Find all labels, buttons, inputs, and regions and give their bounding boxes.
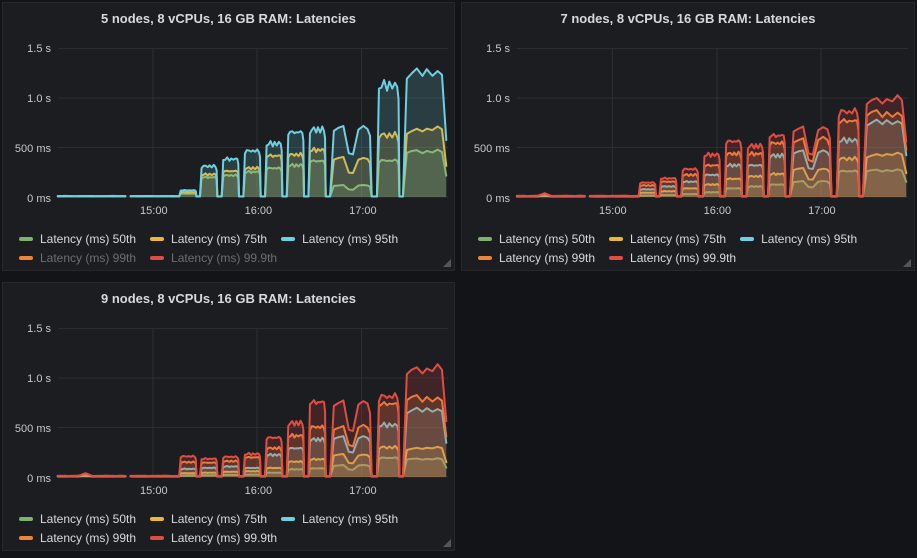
legend-label: Latency (ms) 75th	[171, 232, 267, 246]
legend-label: Latency (ms) 95th	[761, 232, 857, 246]
legend-color-swatch	[609, 256, 623, 260]
panel-resize-handle-icon[interactable]	[903, 259, 911, 267]
y-tick-label: 500 ms	[462, 143, 510, 155]
legend-label: Latency (ms) 95th	[302, 232, 398, 246]
legend-color-swatch	[19, 517, 33, 521]
legend-label: Latency (ms) 75th	[630, 232, 726, 246]
y-tick-label: 0 ms	[3, 193, 51, 205]
legend-color-swatch	[150, 237, 164, 241]
legend-item-p95[interactable]: Latency (ms) 95th	[740, 232, 857, 246]
y-tick-label: 0 ms	[3, 473, 51, 485]
x-tick-label: 17:00	[338, 204, 388, 218]
legend-label: Latency (ms) 75th	[171, 512, 267, 526]
y-tick-label: 500 ms	[3, 143, 51, 155]
legend-label: Latency (ms) 99th	[40, 251, 136, 265]
panel-7-nodes-latencies: 7 nodes, 8 vCPUs, 16 GB RAM: Latencies 0…	[461, 2, 915, 271]
y-tick-label: 1.5 s	[3, 43, 51, 55]
y-tick-label: 1.5 s	[462, 43, 510, 55]
legend-item-p75[interactable]: Latency (ms) 75th	[609, 232, 726, 246]
legend-item-p50[interactable]: Latency (ms) 50th	[19, 512, 136, 526]
y-tick-label: 1.0 s	[3, 93, 51, 105]
legend-color-swatch	[281, 237, 295, 241]
legend-color-swatch	[609, 237, 623, 241]
y-tick-label: 1.0 s	[3, 373, 51, 385]
legend-color-swatch	[19, 256, 33, 260]
legend-item-p75[interactable]: Latency (ms) 75th	[150, 232, 267, 246]
legend-label: Latency (ms) 99.9th	[630, 251, 736, 265]
legend-item-p99[interactable]: Latency (ms) 99th	[19, 251, 136, 265]
x-tick-label: 16:00	[692, 204, 742, 218]
x-tick-label: 15:00	[129, 484, 179, 498]
legend: Latency (ms) 50th Latency (ms) 75th Latenc…	[478, 229, 857, 267]
x-tick-label: 15:00	[588, 204, 638, 218]
legend-item-p75[interactable]: Latency (ms) 75th	[150, 512, 267, 526]
x-tick-label: 16:00	[233, 484, 283, 498]
x-tick-label: 15:00	[129, 204, 179, 218]
legend-label: Latency (ms) 50th	[40, 232, 136, 246]
x-tick-label: 17:00	[338, 484, 388, 498]
panel-resize-handle-icon[interactable]	[443, 259, 451, 267]
legend-item-p50[interactable]: Latency (ms) 50th	[19, 232, 136, 246]
legend-item-p999[interactable]: Latency (ms) 99.9th	[150, 251, 277, 265]
legend-item-p999[interactable]: Latency (ms) 99.9th	[150, 531, 277, 545]
legend-color-swatch	[740, 237, 754, 241]
y-tick-label: 1.0 s	[462, 93, 510, 105]
legend-color-swatch	[478, 256, 492, 260]
x-tick-label: 17:00	[797, 204, 847, 218]
legend-label: Latency (ms) 99th	[40, 531, 136, 545]
panel-9-nodes-latencies: 9 nodes, 8 vCPUs, 16 GB RAM: Latencies 0…	[2, 282, 455, 551]
legend-color-swatch	[150, 256, 164, 260]
y-tick-label: 0 ms	[462, 193, 510, 205]
legend-label: Latency (ms) 99.9th	[171, 531, 277, 545]
panel-resize-handle-icon[interactable]	[443, 539, 451, 547]
legend-color-swatch	[281, 517, 295, 521]
legend-label: Latency (ms) 50th	[40, 512, 136, 526]
legend-color-swatch	[478, 237, 492, 241]
legend-item-p999[interactable]: Latency (ms) 99.9th	[609, 251, 736, 265]
legend-label: Latency (ms) 99th	[499, 251, 595, 265]
y-tick-label: 1.5 s	[3, 323, 51, 335]
legend: Latency (ms) 50th Latency (ms) 75th Latenc…	[19, 509, 398, 547]
legend-color-swatch	[19, 237, 33, 241]
legend-item-p99[interactable]: Latency (ms) 99th	[19, 531, 136, 545]
legend-label: Latency (ms) 50th	[499, 232, 595, 246]
legend-label: Latency (ms) 99.9th	[171, 251, 277, 265]
panel-5-nodes-latencies: 5 nodes, 8 vCPUs, 16 GB RAM: Latencies 0…	[2, 2, 455, 271]
legend-color-swatch	[150, 536, 164, 540]
legend: Latency (ms) 50th Latency (ms) 75th Latenc…	[19, 229, 398, 267]
legend-color-swatch	[150, 517, 164, 521]
legend-label: Latency (ms) 95th	[302, 512, 398, 526]
x-tick-label: 16:00	[233, 204, 283, 218]
legend-item-p50[interactable]: Latency (ms) 50th	[478, 232, 595, 246]
legend-item-p95[interactable]: Latency (ms) 95th	[281, 232, 398, 246]
y-tick-label: 500 ms	[3, 423, 51, 435]
legend-color-swatch	[19, 536, 33, 540]
legend-item-p99[interactable]: Latency (ms) 99th	[478, 251, 595, 265]
legend-item-p95[interactable]: Latency (ms) 95th	[281, 512, 398, 526]
